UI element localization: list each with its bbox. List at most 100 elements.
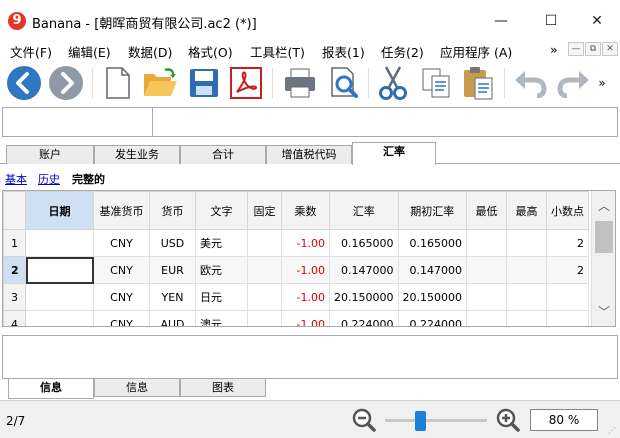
zoom-slider-track[interactable] bbox=[385, 419, 487, 422]
corner-header[interactable] bbox=[3, 191, 26, 230]
cell-opening-rate[interactable]: 0.165000 bbox=[397, 229, 467, 257]
mdi-close-button[interactable]: ✕ bbox=[602, 42, 618, 56]
tab-vat-codes[interactable]: 增值税代码 bbox=[266, 145, 352, 164]
cell-currency[interactable]: USD bbox=[149, 229, 196, 257]
cell-date[interactable] bbox=[25, 310, 94, 326]
cell-fixed[interactable] bbox=[247, 229, 282, 257]
column-header-date[interactable]: 日期 bbox=[25, 191, 94, 230]
menu-tasks[interactable]: 任务(2) bbox=[381, 42, 424, 61]
menu-overflow-icon[interactable]: » bbox=[550, 42, 558, 57]
cell-text[interactable]: 日元 bbox=[195, 283, 248, 311]
cell-maximum[interactable] bbox=[506, 283, 547, 311]
menu-toolbar[interactable]: 工具栏(T) bbox=[250, 42, 305, 61]
cell-rate[interactable]: 0.165000 bbox=[329, 229, 399, 257]
row-number[interactable]: 3 bbox=[3, 283, 26, 311]
minimize-button[interactable]: — bbox=[486, 8, 516, 34]
cell-fixed[interactable] bbox=[247, 310, 282, 326]
cell-text[interactable]: 澳元 bbox=[195, 310, 248, 326]
back-icon[interactable] bbox=[4, 64, 44, 102]
mdi-minimize-button[interactable]: — bbox=[568, 42, 584, 56]
cell-decimals[interactable]: 2 bbox=[546, 229, 589, 257]
cell-minimum[interactable] bbox=[466, 229, 507, 257]
toolbar-overflow-icon[interactable]: » bbox=[590, 64, 614, 102]
mdi-restore-button[interactable]: ⧉ bbox=[585, 42, 601, 56]
table-row[interactable]: 4 CNY AUD 澳元 -1.00 0.224000 0.224000 bbox=[3, 310, 589, 326]
paste-icon[interactable] bbox=[458, 64, 498, 102]
table-row[interactable]: 3 CNY YEN 日元 -1.00 20.150000 20.150000 bbox=[3, 283, 589, 311]
cell-opening-rate[interactable]: 20.150000 bbox=[397, 283, 467, 311]
view-basic-link[interactable]: 基本 bbox=[5, 171, 27, 187]
cell-edit-bar[interactable] bbox=[2, 107, 618, 137]
close-button[interactable]: ✕ bbox=[582, 8, 612, 34]
column-header-minimum[interactable]: 最低 bbox=[466, 191, 507, 230]
cell-date[interactable] bbox=[25, 229, 94, 257]
cell-base-currency[interactable]: CNY bbox=[93, 283, 150, 311]
column-header-rate[interactable]: 汇率 bbox=[329, 191, 399, 230]
cell-currency[interactable]: AUD bbox=[149, 310, 196, 326]
column-header-base-currency[interactable]: 基准货币 bbox=[93, 191, 150, 230]
cell-fixed[interactable] bbox=[247, 283, 282, 311]
cell-multiplier[interactable]: -1.00 bbox=[281, 283, 330, 311]
column-header-fixed[interactable]: 固定 bbox=[247, 191, 282, 230]
tab-accounts[interactable]: 账户 bbox=[6, 145, 94, 164]
copy-icon[interactable] bbox=[416, 64, 456, 102]
zoom-level-field[interactable]: 80 % bbox=[530, 409, 598, 431]
tab-totals[interactable]: 合计 bbox=[180, 145, 266, 164]
row-number[interactable]: 4 bbox=[3, 310, 26, 326]
cell-rate[interactable]: 0.147000 bbox=[329, 256, 399, 284]
cell-decimals[interactable]: 2 bbox=[546, 256, 589, 284]
cell-base-currency[interactable]: CNY bbox=[93, 310, 150, 326]
print-preview-icon[interactable] bbox=[324, 64, 364, 102]
cell-multiplier[interactable]: -1.00 bbox=[281, 256, 330, 284]
cell-rate[interactable]: 20.150000 bbox=[329, 283, 399, 311]
column-header-maximum[interactable]: 最高 bbox=[506, 191, 547, 230]
cell-opening-rate[interactable]: 0.147000 bbox=[397, 256, 467, 284]
cell-date[interactable] bbox=[25, 283, 94, 311]
menu-format[interactable]: 格式(O) bbox=[188, 42, 233, 61]
cell-decimals[interactable] bbox=[546, 310, 589, 326]
cell-minimum[interactable] bbox=[466, 256, 507, 284]
table-row[interactable]: 1 CNY USD 美元 -1.00 0.165000 0.165000 2 bbox=[3, 229, 589, 257]
cell-date-selected[interactable] bbox=[25, 256, 94, 284]
table-row[interactable]: 2 CNY EUR 欧元 -1.00 0.147000 0.147000 2 bbox=[3, 256, 589, 284]
column-header-opening-rate[interactable]: 期初汇率 bbox=[397, 191, 467, 230]
forward-icon[interactable] bbox=[46, 64, 86, 102]
maximize-button[interactable]: ☐ bbox=[536, 8, 566, 34]
menu-data[interactable]: 数据(D) bbox=[128, 42, 172, 61]
resize-grip-icon[interactable]: ⋰ bbox=[608, 426, 618, 436]
save-icon[interactable] bbox=[184, 64, 224, 102]
cut-icon[interactable] bbox=[373, 64, 413, 102]
zoom-in-icon[interactable] bbox=[496, 408, 520, 432]
tab-info[interactable]: 信息 bbox=[8, 379, 94, 399]
tab-exchange-rates[interactable]: 汇率 bbox=[352, 142, 436, 165]
cell-currency[interactable]: EUR bbox=[149, 256, 196, 284]
menu-reports[interactable]: 报表(1) bbox=[322, 42, 365, 61]
redo-icon[interactable] bbox=[554, 64, 594, 102]
cell-fixed[interactable] bbox=[247, 256, 282, 284]
cell-base-currency[interactable]: CNY bbox=[93, 229, 150, 257]
column-header-decimals[interactable]: 小数点 bbox=[546, 191, 589, 230]
cell-multiplier[interactable]: -1.00 bbox=[281, 229, 330, 257]
vertical-scrollbar[interactable]: ︿ ﹀ bbox=[591, 191, 615, 326]
cell-base-currency[interactable]: CNY bbox=[93, 256, 150, 284]
menu-file[interactable]: 文件(F) bbox=[10, 42, 52, 61]
zoom-slider-thumb[interactable] bbox=[415, 411, 427, 431]
tab-charts[interactable]: 图表 bbox=[180, 379, 266, 397]
print-icon[interactable] bbox=[280, 64, 320, 102]
undo-icon[interactable] bbox=[510, 64, 550, 102]
pdf-icon[interactable] bbox=[226, 64, 266, 102]
menu-apps[interactable]: 应用程序 (A) bbox=[440, 42, 512, 61]
cell-minimum[interactable] bbox=[466, 283, 507, 311]
cell-opening-rate[interactable]: 0.224000 bbox=[397, 310, 467, 326]
zoom-out-icon[interactable] bbox=[352, 408, 376, 432]
cell-maximum[interactable] bbox=[506, 310, 547, 326]
tab-messages[interactable]: 信息 bbox=[94, 379, 180, 397]
cell-multiplier[interactable]: -1.00 bbox=[281, 310, 330, 326]
view-history-link[interactable]: 历史 bbox=[38, 171, 60, 187]
cell-currency[interactable]: YEN bbox=[149, 283, 196, 311]
cell-decimals[interactable] bbox=[546, 283, 589, 311]
column-header-multiplier[interactable]: 乘数 bbox=[281, 191, 330, 230]
open-folder-icon[interactable] bbox=[140, 64, 180, 102]
tab-transactions[interactable]: 发生业务 bbox=[94, 145, 180, 164]
cell-text[interactable]: 美元 bbox=[195, 229, 248, 257]
